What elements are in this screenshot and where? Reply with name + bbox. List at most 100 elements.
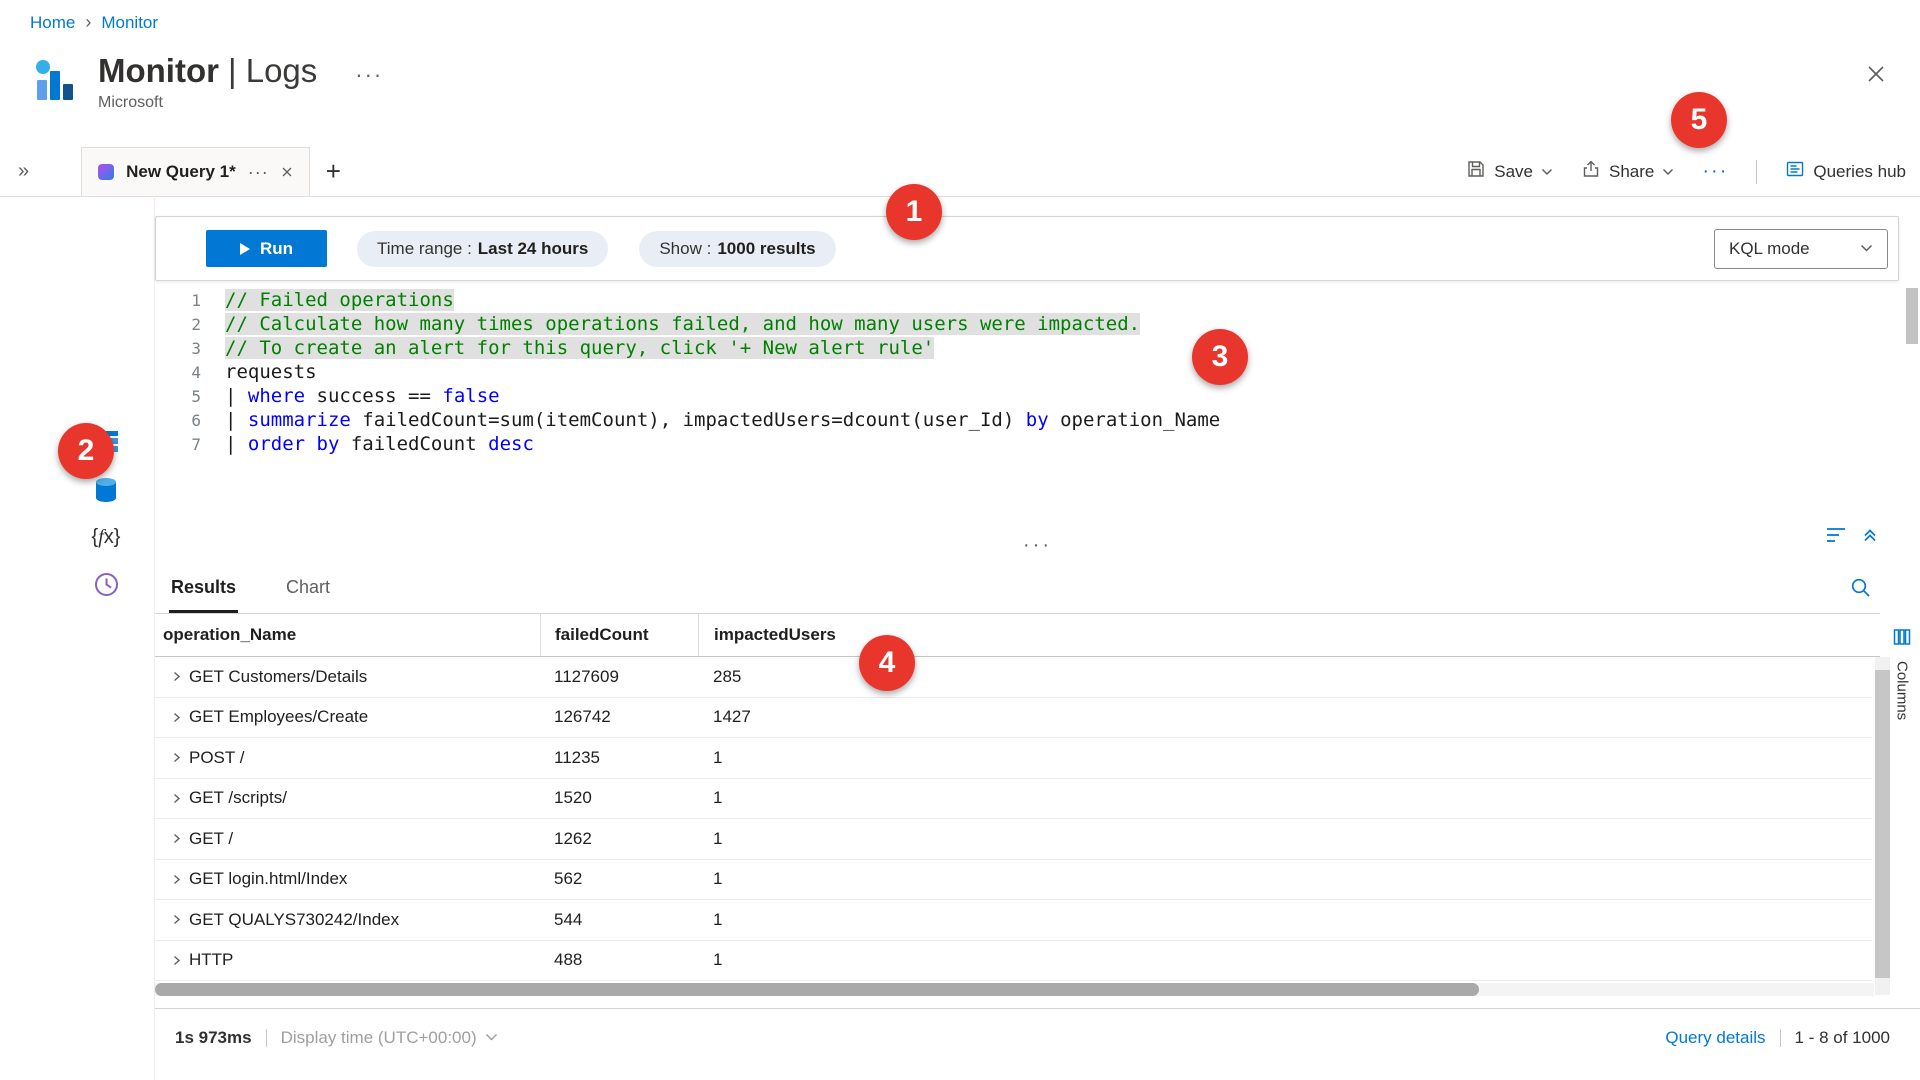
row-expand-icon[interactable]	[155, 914, 189, 925]
code-line[interactable]: 3// To create an alert for this query, c…	[155, 336, 1920, 360]
panel-splitter[interactable]: ···	[155, 538, 1920, 556]
chevron-down-icon	[1541, 168, 1553, 176]
results-tabs-container: Results Chart	[155, 577, 332, 613]
cell-operation-name: GET Customers/Details	[189, 667, 540, 687]
callout-badge-3: 3	[1192, 329, 1248, 385]
line-number: 5	[155, 387, 201, 406]
editor-scrollbar[interactable]	[1906, 288, 1918, 538]
time-range-picker[interactable]: Time range : Last 24 hours	[357, 231, 608, 267]
breadcrumb-home-link[interactable]: Home	[30, 13, 75, 33]
breadcrumb-monitor-link[interactable]: Monitor	[101, 13, 158, 33]
code-token: summarize	[248, 409, 351, 431]
query-details-link[interactable]: Query details	[1665, 1028, 1765, 1048]
callout-badge-4: 4	[859, 635, 915, 691]
table-row[interactable]: GET QUALYS730242/Index5441	[155, 900, 1872, 941]
row-expand-icon[interactable]	[155, 671, 189, 682]
table-row[interactable]: POST /112351	[155, 738, 1872, 779]
share-button[interactable]: Share	[1581, 159, 1674, 184]
queries-hub-icon	[1785, 159, 1805, 184]
table-row[interactable]: GET Employees/Create1267421427	[155, 698, 1872, 739]
status-bar: 1s 973ms Display time (UTC+00:00) Query …	[155, 1008, 1920, 1066]
table-row[interactable]: GET login.html/Index5621	[155, 860, 1872, 901]
sidebar-item-functions[interactable]: {fx}	[90, 521, 122, 553]
run-label: Run	[260, 239, 293, 259]
code-text: // To create an alert for this query, cl…	[225, 337, 934, 359]
column-header-failed-count[interactable]: failedCount	[540, 614, 698, 656]
code-editor[interactable]: 1// Failed operations 2 // Calculate how m…	[155, 288, 1920, 544]
title-more-button[interactable]: ···	[355, 62, 383, 88]
share-label: Share	[1609, 162, 1654, 182]
history-clock-icon	[93, 571, 120, 598]
code-line[interactable]: 1// Failed operations	[155, 288, 1920, 312]
query-toolbar: Run Time range : Last 24 hours Show : 10…	[155, 216, 1899, 281]
row-expand-icon[interactable]	[155, 712, 189, 723]
code-text: | where success == false	[225, 385, 500, 407]
cell-failed-count: 1262	[540, 829, 698, 849]
columns-icon	[1893, 628, 1911, 651]
search-icon[interactable]	[1849, 576, 1872, 604]
show-results-picker[interactable]: Show : 1000 results	[639, 231, 835, 267]
editor-left-rail: {fx}	[0, 198, 155, 1080]
code-line[interactable]: 7| order by failedCount desc	[155, 432, 1920, 456]
code-token: // Calculate how many times operations f…	[225, 313, 1140, 335]
row-expand-icon[interactable]	[155, 833, 189, 844]
query-elapsed-time: 1s 973ms	[175, 1028, 252, 1048]
row-expand-icon[interactable]	[155, 752, 189, 763]
tab-new-query[interactable]: New Query 1* ···	[81, 147, 310, 196]
table-row[interactable]: GET /scripts/15201	[155, 779, 1872, 820]
row-expand-icon[interactable]	[155, 874, 189, 885]
code-token: false	[442, 385, 499, 407]
share-icon	[1581, 159, 1601, 184]
table-horizontal-scrollbar[interactable]	[155, 983, 1874, 996]
cell-operation-name: GET /scripts/	[189, 788, 540, 808]
code-token: requests	[225, 361, 317, 383]
play-icon	[240, 243, 250, 255]
code-token: desc	[488, 433, 534, 455]
page-subtitle: Microsoft	[98, 94, 383, 112]
display-time-label: Display time (UTC+00:00)	[281, 1028, 477, 1048]
statusbar-divider	[266, 1029, 267, 1047]
code-token: failedCount=sum(itemCount), impactedUser…	[351, 409, 1026, 431]
queries-hub-button[interactable]: Queries hub	[1785, 159, 1906, 184]
new-tab-button[interactable]: +	[326, 156, 341, 187]
table-row[interactable]: HTTP4881	[155, 941, 1872, 982]
close-icon[interactable]	[1862, 60, 1890, 93]
code-token: success ==	[305, 385, 442, 407]
time-range-value: Last 24 hours	[478, 239, 589, 259]
code-line[interactable]: 5 | where success == false	[155, 384, 1920, 408]
code-line[interactable]: 6| summarize failedCount=sum(itemCount),…	[155, 408, 1920, 432]
columns-pane-toggle[interactable]: Columns	[1886, 628, 1918, 720]
table-row[interactable]: GET /12621	[155, 819, 1872, 860]
results-tabbar: Results Chart	[155, 566, 1880, 614]
tab-close-icon[interactable]	[281, 166, 293, 178]
tab-more-button[interactable]: ···	[248, 162, 269, 183]
chevron-down-icon	[485, 1033, 498, 1042]
chevron-down-icon	[1860, 244, 1873, 253]
line-number: 2	[155, 315, 201, 334]
table-row[interactable]: GET Customers/Details1127609285	[155, 657, 1872, 698]
run-button[interactable]: Run	[206, 230, 327, 267]
breadcrumb-separator-icon: ›	[85, 12, 91, 33]
code-line[interactable]: 4requests	[155, 360, 1920, 384]
column-header-impacted-users[interactable]: impactedUsers	[698, 614, 836, 656]
cell-failed-count: 488	[540, 950, 698, 970]
result-range: 1 - 8 of 1000	[1795, 1028, 1890, 1048]
row-expand-icon[interactable]	[155, 955, 189, 966]
monitor-logo-icon	[30, 56, 82, 108]
sidebar-item-query-history[interactable]	[90, 568, 122, 600]
code-line[interactable]: 2 // Calculate how many times operations …	[155, 312, 1920, 336]
display-time-dropdown[interactable]: Display time (UTC+00:00)	[281, 1028, 498, 1048]
more-commands-button[interactable]: ···	[1702, 160, 1728, 183]
statusbar-divider	[1780, 1029, 1781, 1047]
column-header-operation-name[interactable]: operation_Name	[155, 614, 540, 656]
sidebar-item-queries[interactable]	[90, 474, 122, 506]
results-tab-results[interactable]: Results	[169, 577, 238, 613]
row-expand-icon[interactable]	[155, 793, 189, 804]
code-lines: 1// Failed operations 2 // Calculate how m…	[155, 288, 1920, 456]
save-button[interactable]: Save	[1466, 159, 1553, 184]
tab-label: New Query 1*	[126, 162, 236, 182]
chevron-down-icon	[1662, 168, 1674, 176]
results-tab-chart[interactable]: Chart	[284, 577, 332, 613]
expand-sidebar-icon[interactable]: »	[18, 160, 29, 183]
kql-mode-dropdown[interactable]: KQL mode	[1714, 229, 1888, 269]
